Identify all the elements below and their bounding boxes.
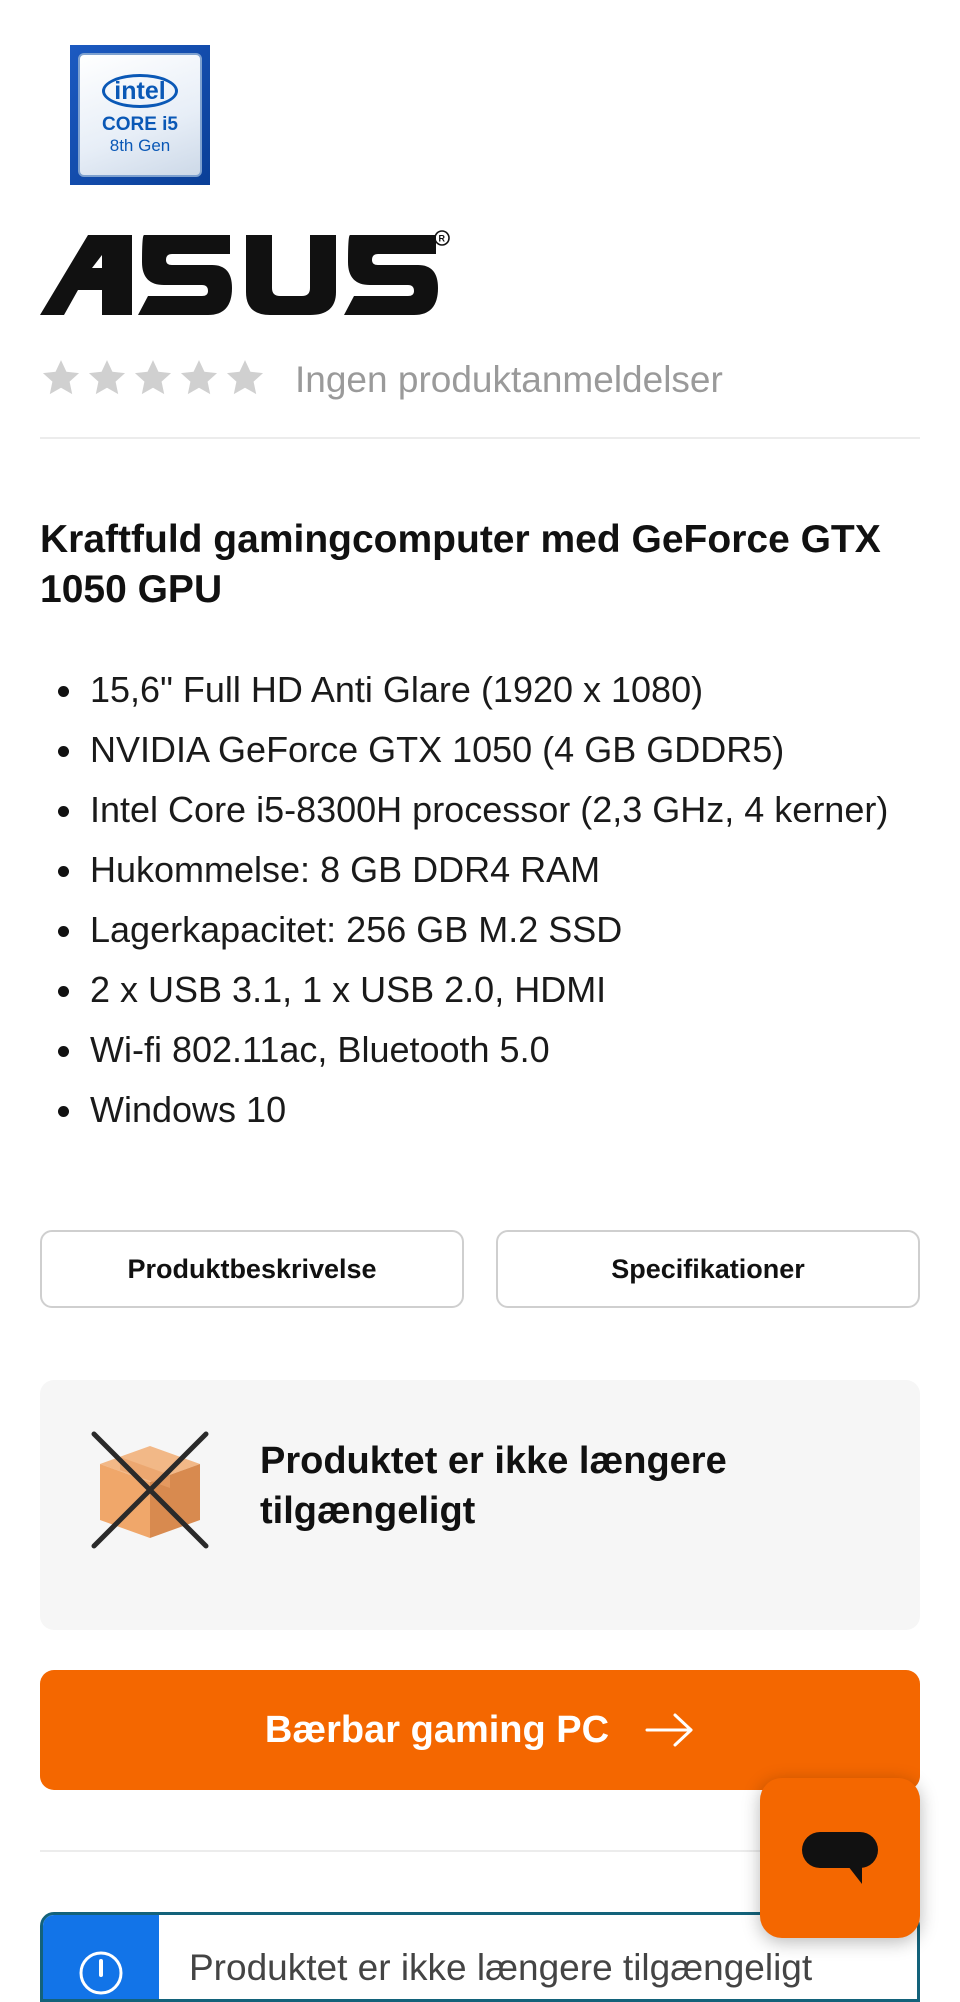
chat-button[interactable] [760,1778,920,1938]
star-icon [88,360,126,395]
chat-bubble-icon [802,1832,878,1884]
intel-core-i5-badge: intel CORE i5 8th Gen [70,45,210,185]
notice-text: Produktet er ikke længere tilgængeligt [189,1947,813,1988]
feature-item: 2 x USB 3.1, 1 x USB 2.0, HDMI [40,960,920,1020]
divider [40,437,920,439]
arrow-right-icon [645,1713,693,1747]
feature-item: Intel Core i5-8300H processor (2,3 GHz, … [40,780,920,840]
intel-logo-text: intel [102,74,178,108]
intel-gen-text: 8th Gen [109,136,171,155]
feature-list: 15,6" Full HD Anti Glare (1920 x 1080) N… [40,660,920,1140]
tab-product-description[interactable]: Produktbeskrivelse [40,1230,464,1308]
availability-message: Produktet er ikke længere tilgængeligt [260,1440,727,1532]
product-headline: Kraftfuld gamingcomputer med GeForce GTX… [40,518,881,611]
feature-item: NVIDIA GeForce GTX 1050 (4 GB GDDR5) [40,720,920,780]
asus-logo[interactable]: R [40,230,450,320]
feature-item: Lagerkapacitet: 256 GB M.2 SSD [40,900,920,960]
registered-mark: R [439,234,446,244]
star-icon [134,360,172,395]
notice-accent [43,1915,159,1999]
tab-specifications[interactable]: Specifikationer [496,1230,920,1308]
star-icon [226,360,264,395]
feature-item: 15,6" Full HD Anti Glare (1920 x 1080) [40,660,920,720]
cta-label: Bærbar gaming PC [264,1708,610,1751]
reviews-link[interactable]: Ingen produktanmeldelser [295,355,723,405]
star-icon [42,360,80,395]
star-icon [180,360,218,395]
feature-item: Wi-fi 802.11ac, Bluetooth 5.0 [40,1020,920,1080]
feature-item: Hukommelse: 8 GB DDR4 RAM [40,840,920,900]
intel-badge-face: intel CORE i5 8th Gen [78,53,202,177]
category-link-button[interactable]: Bærbar gaming PC [40,1670,920,1790]
feature-item: Windows 10 [40,1080,920,1140]
info-icon [79,1951,123,1995]
crossed-box-icon [91,1431,209,1549]
star-rating[interactable] [40,357,266,399]
intel-core-text: CORE i5 [101,114,179,135]
